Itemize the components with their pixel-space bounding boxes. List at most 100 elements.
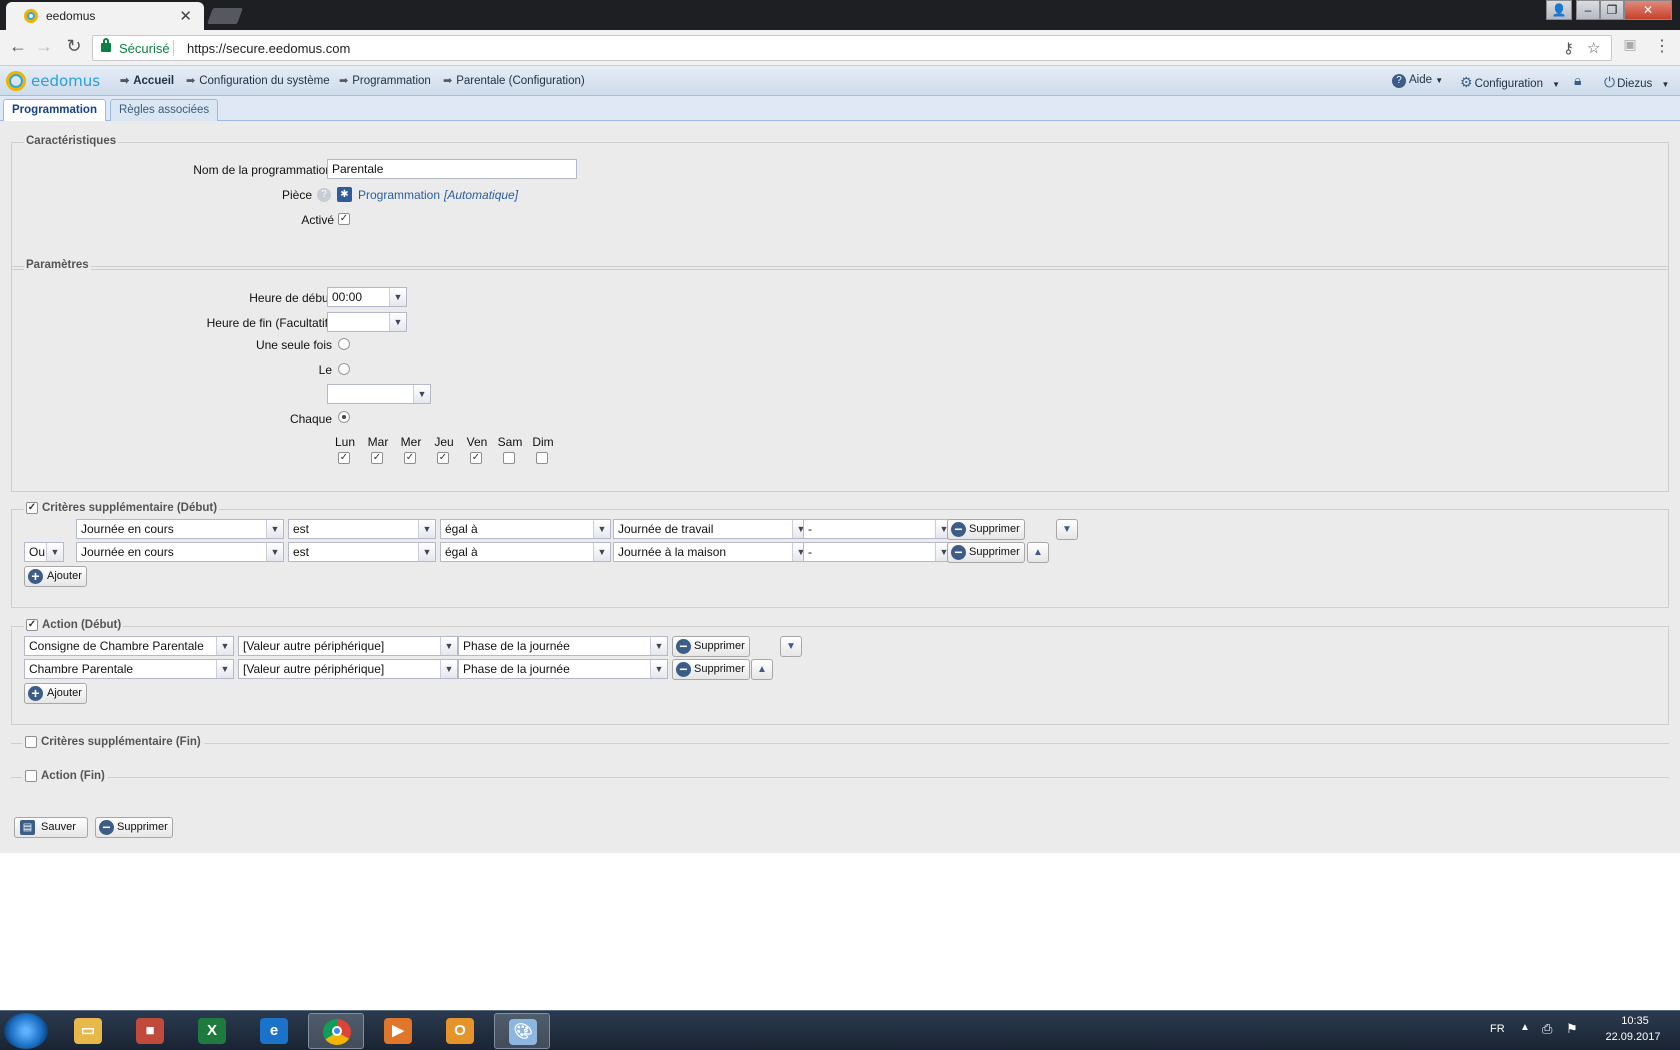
- criteria-comparator-select[interactable]: égal à ▼: [440, 519, 611, 539]
- end-time-select[interactable]: ▼: [327, 312, 407, 332]
- user-profile-icon[interactable]: 👤: [1546, 0, 1572, 20]
- help-menu[interactable]: ? Aide ▼: [1392, 74, 1443, 88]
- address-bar[interactable]: Sécurisé https://secure.eedomus.com ⚷ ☆: [92, 35, 1612, 61]
- forward-icon[interactable]: →: [32, 36, 56, 57]
- day-checkbox[interactable]: ✓: [338, 452, 350, 464]
- delete-criteria-button[interactable]: − Supprimer: [947, 519, 1025, 540]
- save-button[interactable]: ▤ Sauver: [14, 817, 88, 838]
- once-radio[interactable]: [338, 338, 350, 350]
- piece-link[interactable]: Programmation: [358, 188, 440, 202]
- chevron-down-icon[interactable]: ▼: [418, 543, 435, 561]
- chevron-down-icon[interactable]: ▼: [266, 520, 283, 538]
- taskbar-chrome[interactable]: [308, 1013, 364, 1049]
- day-checkbox[interactable]: ✓: [371, 452, 383, 464]
- add-criteria-button[interactable]: + Ajouter: [24, 566, 87, 587]
- user-menu[interactable]: ⏻ Diezus ▼: [1604, 74, 1669, 91]
- criteria-value-select[interactable]: Journée de travail ▼: [613, 519, 810, 539]
- move-up-button[interactable]: ▲: [751, 659, 773, 680]
- menu-icon[interactable]: ⋮: [1650, 36, 1674, 56]
- taskbar-outlook[interactable]: O: [432, 1013, 488, 1049]
- action-value-type-select[interactable]: [Valeur autre périphérique] ▼: [238, 636, 458, 656]
- action-fin-checkbox[interactable]: [25, 770, 37, 782]
- chevron-down-icon[interactable]: ▼: [389, 313, 406, 331]
- taskbar-app[interactable]: ■: [122, 1013, 178, 1049]
- chevron-down-icon[interactable]: ▼: [413, 385, 430, 403]
- key-icon[interactable]: ⚷: [1563, 39, 1574, 57]
- chevron-down-icon[interactable]: ▼: [440, 637, 457, 655]
- maximize-button[interactable]: ❐: [1600, 0, 1624, 20]
- move-up-button[interactable]: ▲: [1027, 542, 1049, 563]
- clock-date[interactable]: 22.09.2017: [1598, 1031, 1668, 1043]
- back-icon[interactable]: ←: [6, 36, 30, 57]
- chevron-down-icon[interactable]: ▼: [266, 543, 283, 561]
- day-checkbox[interactable]: [503, 452, 515, 464]
- move-down-button[interactable]: ▼: [780, 636, 802, 657]
- lock-icon[interactable]: 🔒︎: [1574, 72, 1581, 89]
- browser-tab[interactable]: eedomus ✕: [6, 2, 204, 30]
- breadcrumb-accueil[interactable]: ➡ Accueil: [120, 74, 174, 87]
- chevron-down-icon[interactable]: ▼: [650, 637, 667, 655]
- chaque-radio[interactable]: [338, 411, 350, 423]
- criteria-field-select[interactable]: Journée en cours ▼: [76, 542, 284, 562]
- url-text[interactable]: https://secure.eedomus.com: [187, 41, 350, 56]
- criteres-fin-header[interactable]: Critères supplémentaire (Fin): [22, 736, 204, 748]
- eedomus-logo[interactable]: eedomus: [6, 71, 100, 91]
- help-icon[interactable]: ?: [317, 188, 331, 202]
- criteria-field-select[interactable]: Journée en cours ▼: [76, 519, 284, 539]
- day-checkbox[interactable]: ✓: [437, 452, 449, 464]
- start-button[interactable]: [4, 1013, 48, 1049]
- criteria-verb-select[interactable]: est ▼: [288, 519, 436, 539]
- breadcrumb-parentale[interactable]: ➡ Parentale (Configuration): [443, 74, 585, 87]
- logic-operator-select[interactable]: Ou ▼: [24, 542, 64, 562]
- pdf-extension-icon[interactable]: ▣: [1618, 36, 1642, 53]
- action-fin-header[interactable]: Action (Fin): [22, 770, 108, 782]
- chevron-down-icon[interactable]: ▼: [650, 660, 667, 678]
- criteria-extra-select[interactable]: - ▼: [803, 519, 953, 539]
- minimize-button[interactable]: –: [1576, 0, 1600, 20]
- chevron-down-icon[interactable]: ▼: [389, 288, 406, 306]
- active-checkbox[interactable]: ✓: [338, 213, 350, 225]
- chevron-down-icon[interactable]: ▼: [418, 520, 435, 538]
- flag-icon[interactable]: ⚑: [1566, 1021, 1578, 1037]
- day-checkbox[interactable]: ✓: [404, 452, 416, 464]
- chevron-down-icon[interactable]: ▼: [216, 637, 233, 655]
- move-down-button[interactable]: ▼: [1056, 519, 1078, 540]
- criteria-value-select[interactable]: Journée à la maison ▼: [613, 542, 810, 562]
- taskbar-excel[interactable]: X: [184, 1013, 240, 1049]
- tab-regles-associees[interactable]: Règles associées: [110, 99, 219, 121]
- network-icon[interactable]: ⎙: [1542, 1021, 1552, 1037]
- language-indicator[interactable]: FR: [1490, 1023, 1505, 1035]
- le-radio[interactable]: [338, 363, 350, 375]
- taskbar-paint[interactable]: 🎨︎: [494, 1013, 550, 1049]
- chevron-down-icon[interactable]: ▼: [440, 660, 457, 678]
- clock-time[interactable]: 10:35: [1610, 1015, 1660, 1027]
- star-icon[interactable]: ☆: [1587, 39, 1600, 57]
- delete-action-button[interactable]: − Supprimer: [672, 636, 750, 657]
- delete-action-button[interactable]: − Supprimer: [672, 659, 750, 680]
- action-debut-checkbox[interactable]: ✓: [26, 619, 38, 631]
- date-select[interactable]: ▼: [327, 384, 431, 404]
- taskbar-ie[interactable]: e: [246, 1013, 302, 1049]
- delete-criteria-button[interactable]: − Supprimer: [947, 542, 1025, 563]
- name-field[interactable]: Parentale: [327, 159, 577, 179]
- delete-program-button[interactable]: − Supprimer: [95, 817, 173, 838]
- day-checkbox[interactable]: ✓: [470, 452, 482, 464]
- taskbar-explorer[interactable]: ▭: [60, 1013, 116, 1049]
- chevron-down-icon[interactable]: ▼: [46, 543, 63, 561]
- action-device-select[interactable]: Chambre Parentale ▼: [24, 659, 234, 679]
- close-window-button[interactable]: ✕: [1624, 0, 1672, 20]
- criteria-verb-select[interactable]: est ▼: [288, 542, 436, 562]
- tab-programmation[interactable]: Programmation: [3, 99, 106, 122]
- chevron-up-icon[interactable]: ▲: [1520, 1022, 1530, 1033]
- action-source-select[interactable]: Phase de la journée ▼: [458, 636, 668, 656]
- configuration-menu[interactable]: ⚙ Configuration ▼: [1460, 74, 1560, 91]
- close-tab-icon[interactable]: ✕: [179, 7, 192, 25]
- criteres-debut-checkbox[interactable]: ✓: [26, 502, 38, 514]
- criteria-comparator-select[interactable]: égal à ▼: [440, 542, 611, 562]
- add-action-button[interactable]: + Ajouter: [24, 683, 87, 704]
- chevron-down-icon[interactable]: ▼: [593, 543, 610, 561]
- breadcrumb-programmation[interactable]: ➡ Programmation: [339, 74, 431, 87]
- taskbar-media[interactable]: ▶: [370, 1013, 426, 1049]
- action-value-type-select[interactable]: [Valeur autre périphérique] ▼: [238, 659, 458, 679]
- chevron-down-icon[interactable]: ▼: [593, 520, 610, 538]
